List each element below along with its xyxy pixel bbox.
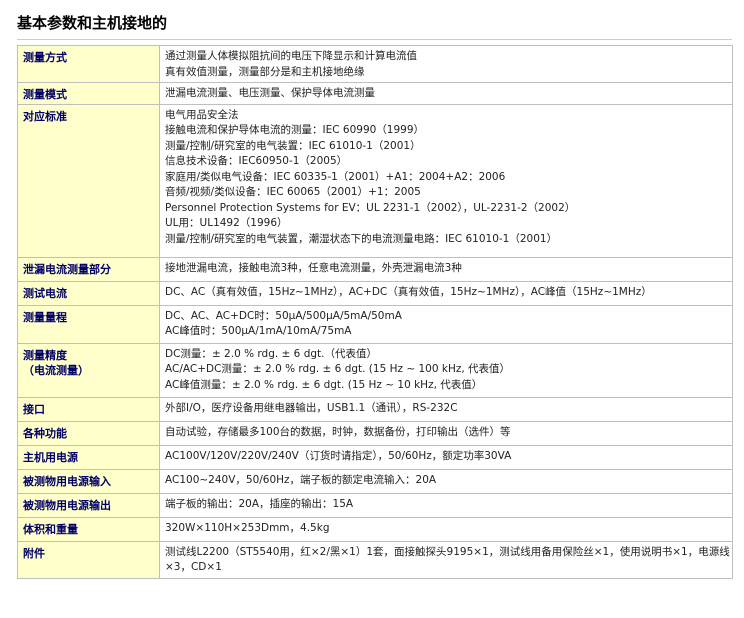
table-row: 体积和重量 320W×110H×253Dmm，4.5kg [17, 516, 733, 542]
row-value: DC、AC（真有效值，15Hz~1MHz），AC+DC（真有效值，15Hz~1M… [159, 280, 733, 306]
table-row: 被测物用电源输入 AC100~240V，50/60Hz，端子板的额定电流输入：2… [17, 468, 733, 494]
row-label: 接口 [17, 396, 160, 422]
row-value: 端子板的输出：20A，插座的输出：15A [159, 492, 733, 518]
row-label-text: 主机用电源 [23, 450, 78, 464]
row-label: 主机用电源 [17, 444, 160, 470]
row-value-line: 接地泄漏电流，接触电流3种，任意电流测量，外壳泄漏电流3种 [165, 261, 462, 274]
table-row: 泄漏电流测量部分 接地泄漏电流，接触电流3种，任意电流测量，外壳泄漏电流3种 [17, 256, 733, 282]
row-value-line: UL用：UL1492（1996） [165, 217, 288, 229]
row-value-line: 泄漏电流测量、电压测量、保护导体电流测量 [165, 87, 375, 99]
row-label-text: 泄漏电流测量部分 [23, 262, 111, 276]
row-value-line: DC、AC、AC+DC时：50μA/500μA/5mA/50mA [165, 309, 402, 322]
table-row: 测试电流 DC、AC（真有效值，15Hz~1MHz），AC+DC（真有效值，15… [17, 280, 733, 306]
row-label: 测量精度 （电流测量） [17, 342, 160, 398]
row-label-text: （电流测量） [23, 363, 89, 377]
row-value: 外部I/O，医疗设备用继电器输出，USB1.1（通讯），RS-232C [159, 396, 733, 422]
row-value-line: 端子板的输出：20A，插座的输出：15A [165, 497, 354, 510]
row-value-line: 测试线L2200（ST5540用，红×2/黑×1）1套，面接触探头9195×1，… [165, 545, 730, 574]
page-title: 基本参数和主机接地的 [17, 14, 168, 32]
row-value: 电气用品安全法 接触电流和保护导体电流的测量：IEC 60990（1999） 测… [159, 103, 733, 258]
row-label-text: 被测物用电源输入 [23, 474, 111, 488]
row-label: 测量模式 [17, 82, 160, 105]
table-row: 测量模式 泄漏电流测量、电压测量、保护导体电流测量 [17, 82, 733, 105]
row-value: 320W×110H×253Dmm，4.5kg [159, 516, 733, 542]
spec-table: 测量方式 通过测量人体模拟阻抗间的电压下降显示和计算电流值 真有效值测量，测量部… [17, 45, 733, 579]
row-value-line: Personnel Protection Systems for EV：UL 2… [165, 201, 576, 214]
row-value: DC、AC、AC+DC时：50μA/500μA/5mA/50mA AC峰值时：5… [159, 304, 733, 344]
row-value-line: DC测量：± 2.0 % rdg. ± 6 dgt.（代表值） [165, 347, 377, 360]
row-value-line: 测量/控制/研究室的电气装置，潮湿状态下的电流测量电路：IEC 61010-1（… [165, 232, 558, 245]
row-value-line: 接触电流和保护导体电流的测量：IEC 60990（1999） [165, 124, 425, 136]
row-label: 测试电流 [17, 280, 160, 306]
row-value-line: 家庭用/类似电气设备：IEC 60335-1（2001）+A1：2004+A2：… [165, 170, 506, 183]
row-label-text: 测试电流 [23, 286, 67, 300]
row-value-line: 音频/视频/类似设备：IEC 60065（2001）+1：2005 [165, 186, 421, 198]
row-label: 体积和重量 [17, 516, 160, 542]
row-label: 对应标准 [17, 103, 160, 258]
row-label-text: 接口 [23, 402, 45, 416]
row-value-line: 320W×110H×253Dmm，4.5kg [165, 521, 330, 534]
row-value-line: DC、AC（真有效值，15Hz~1MHz），AC+DC（真有效值，15Hz~1M… [165, 285, 652, 298]
row-label: 泄漏电流测量部分 [17, 256, 160, 282]
row-label: 被测物用电源输入 [17, 468, 160, 494]
row-label-text: 测量精度 [23, 348, 67, 362]
row-value-line: 信息技术设备：IEC60950-1（2005） [165, 155, 348, 167]
row-value-line: AC100~240V，50/60Hz，端子板的额定电流输入：20A [165, 473, 437, 486]
table-row: 接口 外部I/O，医疗设备用继电器输出，USB1.1（通讯），RS-232C [17, 396, 733, 422]
table-row: 测量精度 （电流测量） DC测量：± 2.0 % rdg. ± 6 dgt.（代… [17, 342, 733, 398]
row-value-line: 真有效值测量，测量部分是和主机接地绝缘 [165, 65, 365, 78]
row-value-line: AC100V/120V/220V/240V（订货时请指定），50/60Hz，额定… [165, 449, 512, 462]
row-label: 测量量程 [17, 304, 160, 344]
table-row: 各种功能 自动试验，存储最多100台的数据，时钟，数据备份，打印输出（选件）等 [17, 420, 733, 446]
row-value-line: 测量/控制/研究室的电气装置：IEC 61010-1（2001） [165, 139, 421, 152]
table-row: 主机用电源 AC100V/120V/220V/240V（订货时请指定），50/6… [17, 444, 733, 470]
row-value-line: AC峰值测量：± 2.0 % rdg. ± 6 dgt. (15 Hz ~ 10… [165, 378, 483, 391]
table-row: 测量量程 DC、AC、AC+DC时：50μA/500μA/5mA/50mA AC… [17, 304, 733, 344]
row-label: 被测物用电源输出 [17, 492, 160, 518]
row-value-line: AC/AC+DC测量：± 2.0 % rdg. ± 6 dgt. (15 Hz … [165, 363, 511, 375]
row-value: 自动试验，存储最多100台的数据，时钟，数据备份，打印输出（选件）等 [159, 420, 733, 446]
row-value-line: 电气用品安全法 [165, 108, 239, 121]
row-value: DC测量：± 2.0 % rdg. ± 6 dgt.（代表值） AC/AC+DC… [159, 342, 733, 398]
row-label: 测量方式 [17, 45, 160, 83]
table-row: 被测物用电源输出 端子板的输出：20A，插座的输出：15A [17, 492, 733, 518]
row-value: 通过测量人体模拟阻抗间的电压下降显示和计算电流值 真有效值测量，测量部分是和主机… [159, 45, 733, 83]
row-value-line: 自动试验，存储最多100台的数据，时钟，数据备份，打印输出（选件）等 [165, 425, 511, 438]
table-row: 对应标准 电气用品安全法 接触电流和保护导体电流的测量：IEC 60990（19… [17, 103, 733, 258]
row-label-text: 被测物用电源输出 [23, 498, 111, 512]
row-label-text: 测量方式 [23, 51, 67, 64]
row-label-text: 体积和重量 [23, 522, 78, 536]
row-label-text: 测量量程 [23, 310, 67, 324]
row-value: 接地泄漏电流，接触电流3种，任意电流测量，外壳泄漏电流3种 [159, 256, 733, 282]
row-label-text: 各种功能 [23, 426, 67, 440]
table-row: 附件 测试线L2200（ST5540用，红×2/黑×1）1套，面接触探头9195… [17, 540, 733, 579]
row-label-text: 测量模式 [23, 88, 67, 101]
row-value-line: AC峰值时：500μA/1mA/10mA/75mA [165, 325, 352, 337]
row-value-line: 外部I/O，医疗设备用继电器输出，USB1.1（通讯），RS-232C [165, 401, 458, 414]
row-label: 附件 [17, 540, 160, 579]
row-value: 测试线L2200（ST5540用，红×2/黑×1）1套，面接触探头9195×1，… [159, 540, 733, 579]
row-value: AC100V/120V/220V/240V（订货时请指定），50/60Hz，额定… [159, 444, 733, 470]
row-value: 泄漏电流测量、电压测量、保护导体电流测量 [159, 82, 733, 105]
row-label-text: 对应标准 [23, 109, 67, 123]
row-label-text: 附件 [23, 546, 45, 560]
row-value: AC100~240V，50/60Hz，端子板的额定电流输入：20A [159, 468, 733, 494]
title-divider [17, 39, 732, 40]
row-label: 各种功能 [17, 420, 160, 446]
row-value-line: 通过测量人体模拟阻抗间的电压下降显示和计算电流值 [165, 50, 417, 62]
table-row: 测量方式 通过测量人体模拟阻抗间的电压下降显示和计算电流值 真有效值测量，测量部… [17, 45, 733, 83]
